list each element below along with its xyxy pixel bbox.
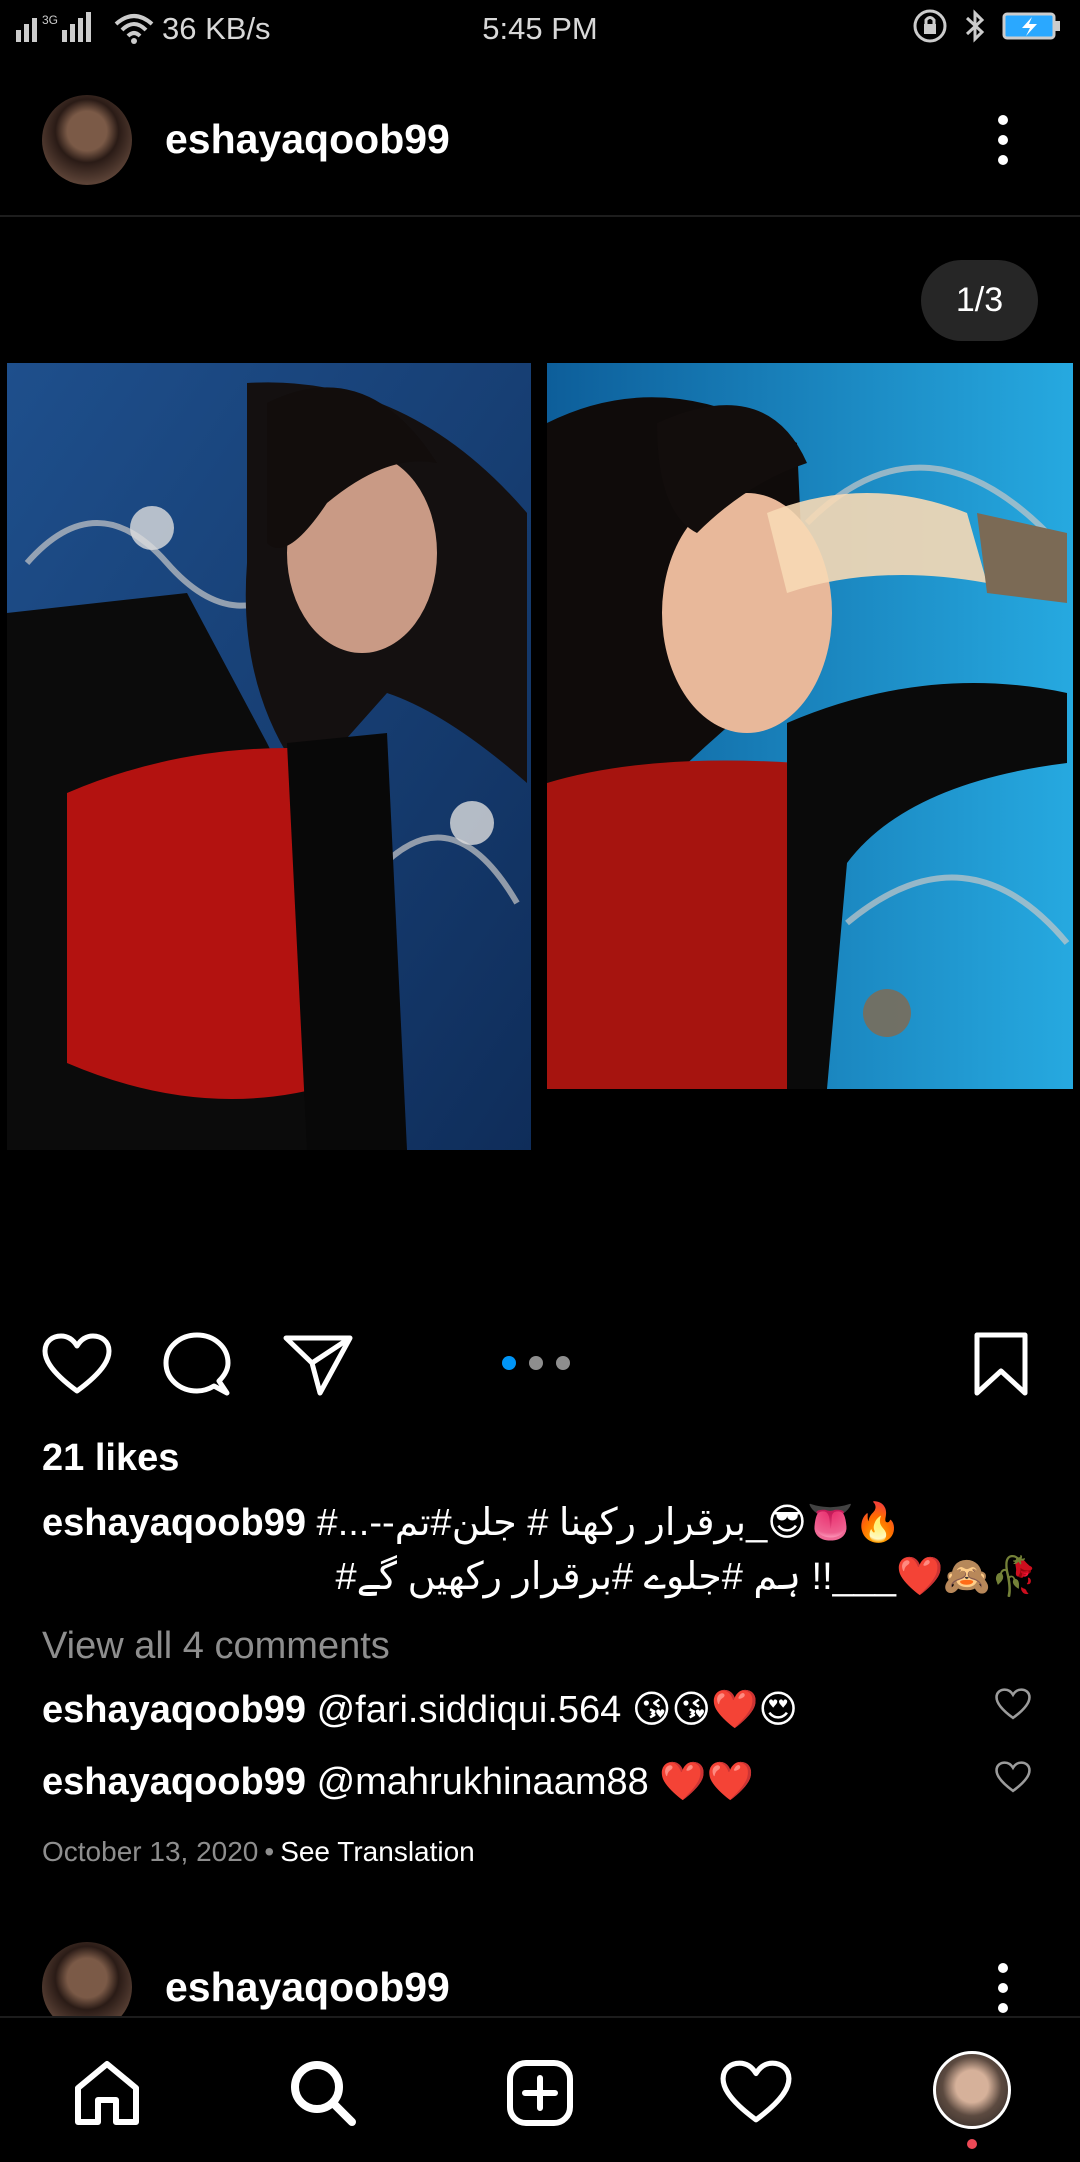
carousel-dot-2 bbox=[529, 1356, 543, 1370]
caption-line-2: #ہم #جلوے #برقرار رکھیں گے !!___❤️🙈🥀 bbox=[335, 1556, 1038, 1598]
search-icon[interactable] bbox=[288, 2058, 358, 2128]
next-post-more-options-icon[interactable] bbox=[990, 1960, 1016, 2021]
date-separator: • bbox=[264, 1836, 275, 1867]
profile-avatar[interactable] bbox=[933, 2051, 1011, 2129]
home-icon[interactable] bbox=[72, 2058, 142, 2128]
battery-charging-icon bbox=[1002, 12, 1060, 40]
notification-dot bbox=[967, 2139, 977, 2149]
next-post-author-username[interactable]: eshayaqoob99 bbox=[165, 1964, 450, 2011]
bottom-navigation-bar bbox=[0, 2016, 1080, 2162]
comment-username[interactable]: eshayaqoob99 bbox=[42, 1761, 306, 1803]
comment-text: @mahrukhinaam88 ❤️❤️ bbox=[316, 1761, 754, 1803]
status-icons bbox=[912, 8, 1062, 44]
like-heart-icon[interactable] bbox=[42, 1333, 112, 1400]
post-author-username[interactable]: eshayaqoob99 bbox=[165, 116, 450, 163]
header-divider bbox=[0, 215, 1080, 217]
see-translation-link[interactable]: See Translation bbox=[280, 1836, 475, 1867]
comment-row: eshayaqoob99 @mahrukhinaam88 ❤️❤️ bbox=[42, 1760, 754, 1804]
carousel-dot-1 bbox=[502, 1356, 516, 1370]
more-options-icon[interactable] bbox=[990, 112, 1016, 173]
caption-text-1: #...--برقرار رکھنا # جلن#تم_😎👅🔥 bbox=[306, 1502, 902, 1544]
carousel-indicator bbox=[502, 1356, 570, 1370]
like-count[interactable]: 21 likes bbox=[42, 1437, 179, 1480]
add-post-icon[interactable] bbox=[505, 2058, 575, 2128]
comment-icon[interactable] bbox=[163, 1331, 231, 1402]
comment-username[interactable]: eshayaqoob99 bbox=[42, 1689, 306, 1731]
share-send-icon[interactable] bbox=[282, 1333, 354, 1402]
save-bookmark-icon[interactable] bbox=[972, 1331, 1030, 1402]
status-bar: 3G 36 KB/s 5:45 PM bbox=[0, 0, 1080, 58]
post-photo-right[interactable] bbox=[547, 363, 1073, 1089]
comment-like-heart-icon[interactable] bbox=[995, 1761, 1031, 1798]
carousel-counter: 1/3 bbox=[921, 260, 1038, 341]
caption-username[interactable]: eshayaqoob99 bbox=[42, 1502, 306, 1544]
bluetooth-icon bbox=[965, 9, 985, 43]
carousel-dot-3 bbox=[556, 1356, 570, 1370]
comment-row: eshayaqoob99 @fari.siddiqui.564 😘😘❤️😍 bbox=[42, 1687, 798, 1732]
post-date: October 13, 2020 bbox=[42, 1836, 259, 1867]
activity-heart-icon[interactable] bbox=[720, 2060, 792, 2124]
lock-rotation-icon bbox=[913, 9, 947, 43]
post-date-row: October 13, 2020 • See Translation bbox=[42, 1836, 475, 1868]
comment-like-heart-icon[interactable] bbox=[995, 1688, 1031, 1725]
view-all-comments-link[interactable]: View all 4 comments bbox=[42, 1625, 390, 1668]
post-photo-left[interactable] bbox=[7, 363, 531, 1150]
post-author-avatar[interactable] bbox=[42, 95, 132, 185]
comment-text: @fari.siddiqui.564 😘😘❤️😍 bbox=[316, 1689, 799, 1731]
caption-line-1: eshayaqoob99 #...--برقرار رکھنا # جلن#تم… bbox=[42, 1500, 901, 1545]
